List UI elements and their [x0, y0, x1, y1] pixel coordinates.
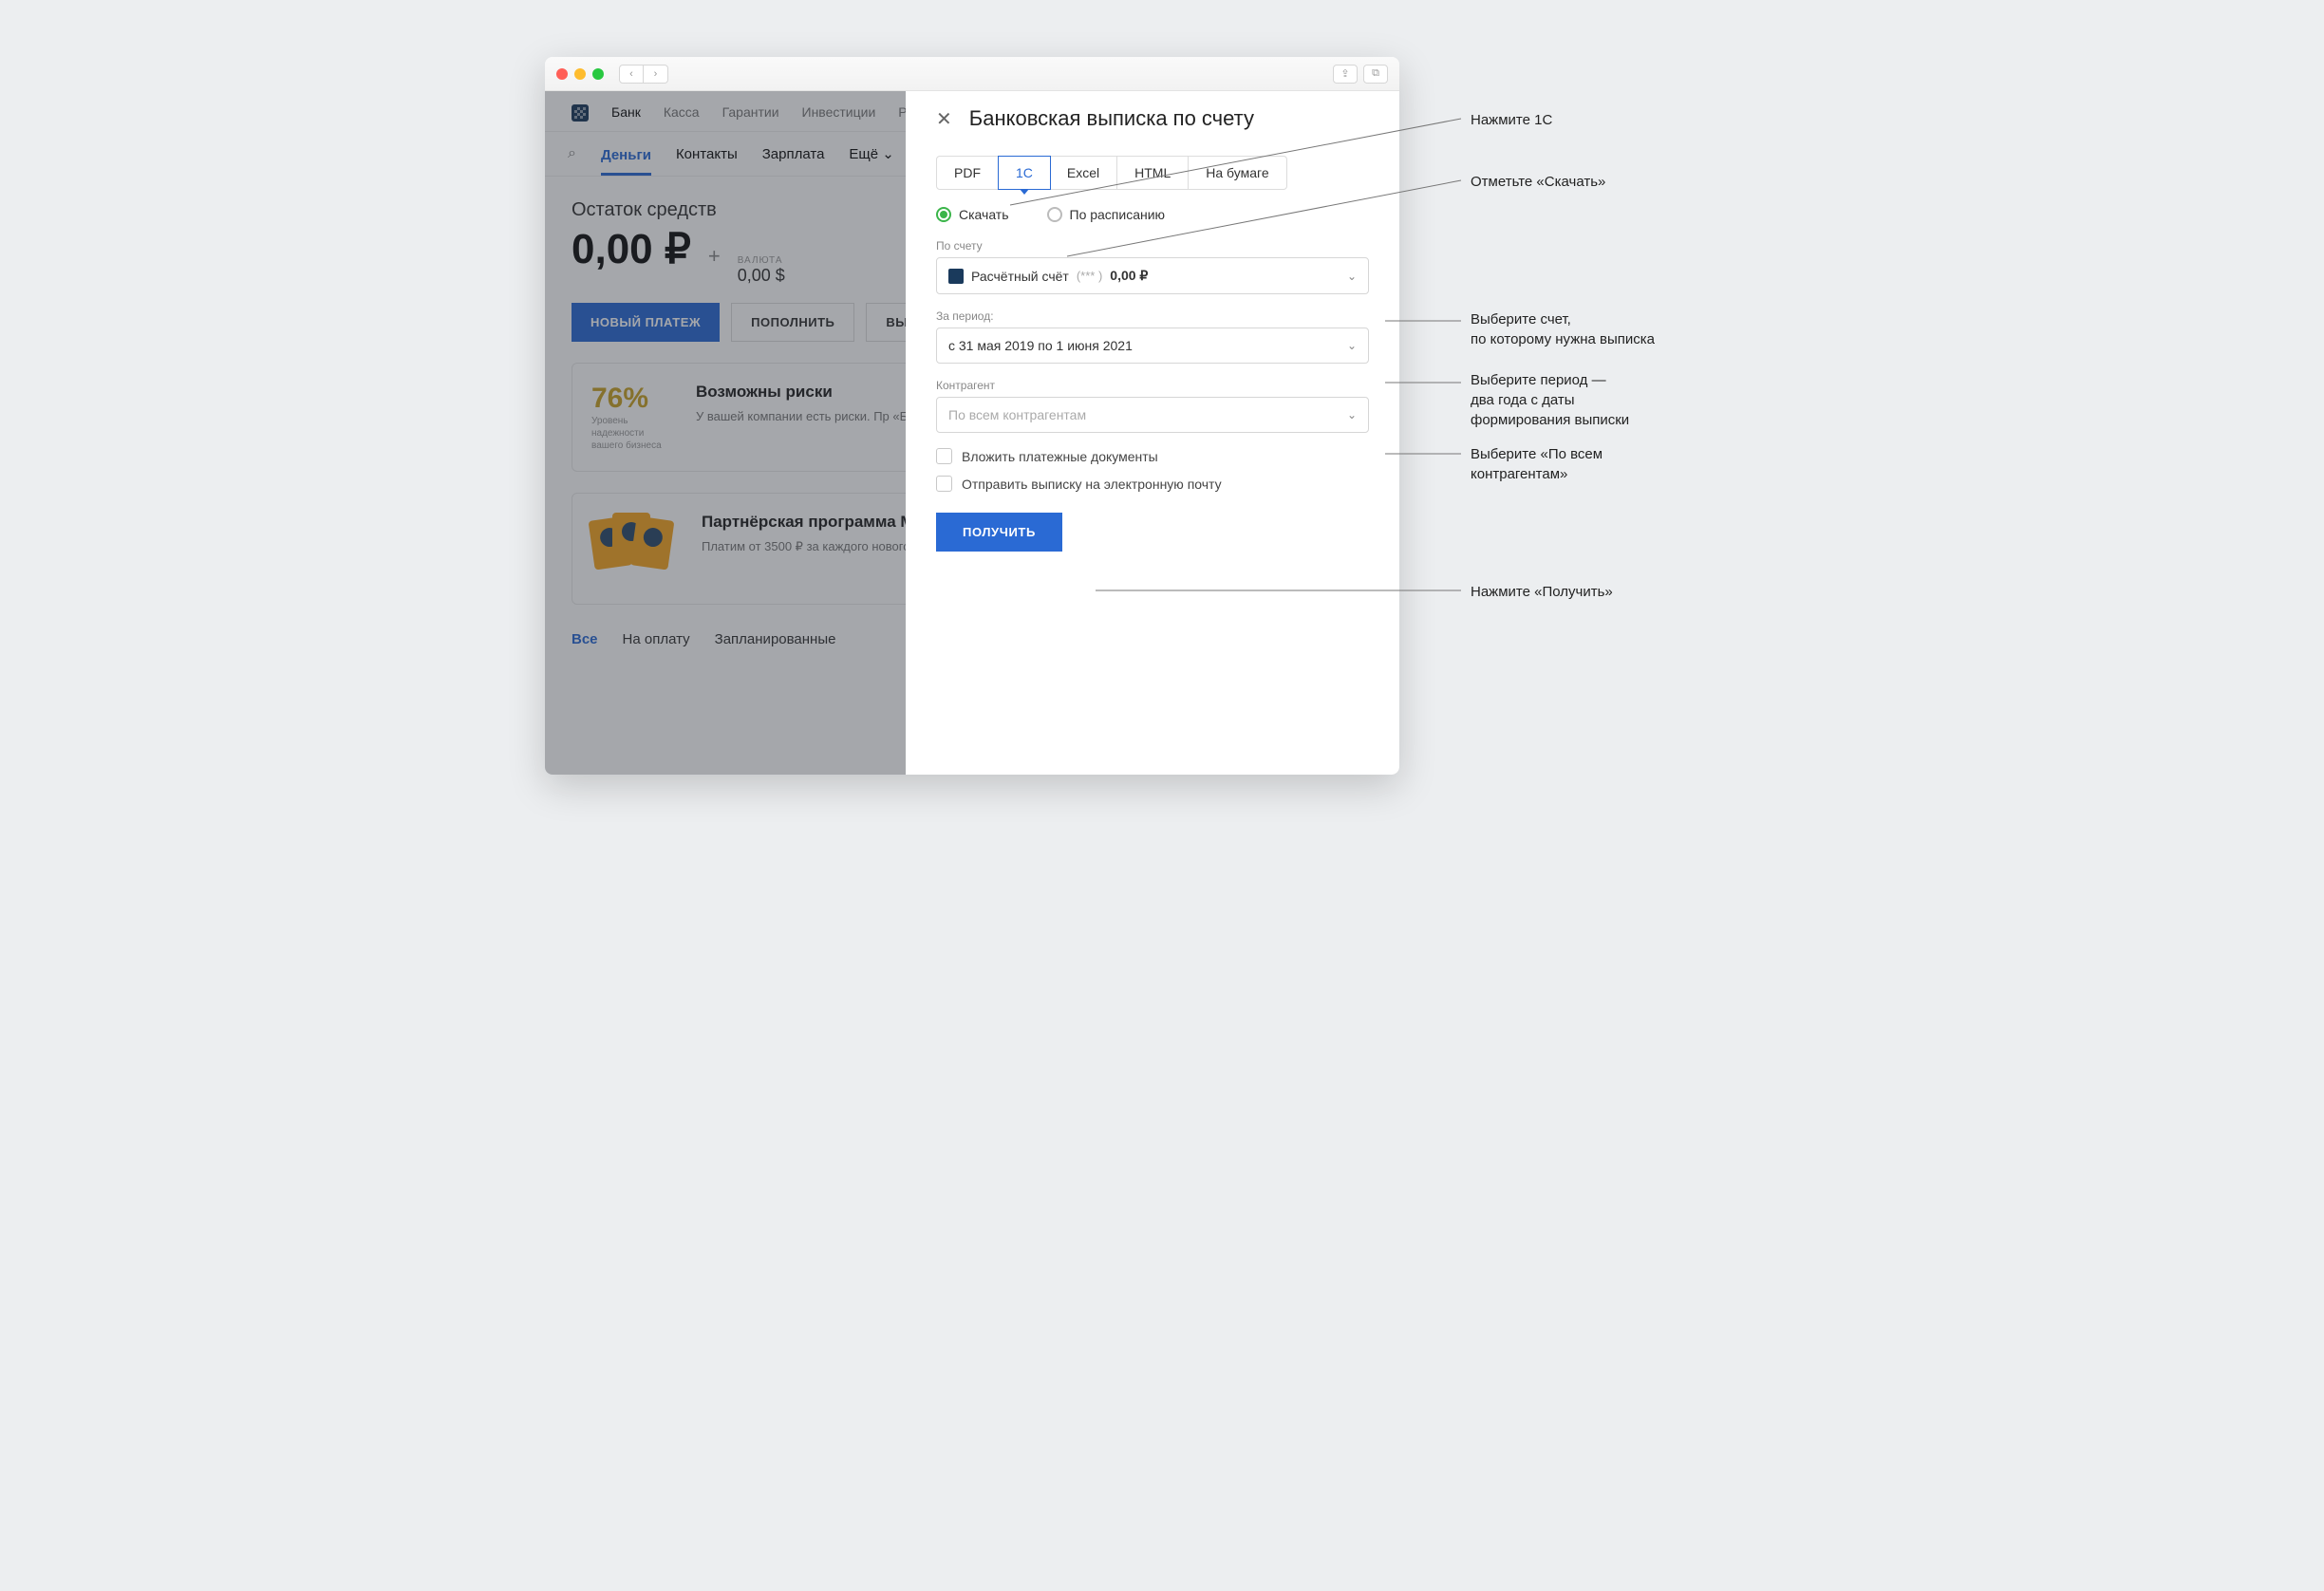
checkbox-send-email[interactable]: Отправить выписку на электронную почту	[936, 476, 1369, 492]
window-titlebar: ‹ › ⇪ ⧉	[545, 57, 1399, 91]
panel-title: Банковская выписка по счету	[969, 106, 1254, 131]
account-icon	[948, 269, 964, 284]
annotation-download: Отметьте «Скачать»	[1471, 172, 1605, 192]
annotation-counterparty: Выберите «По всем контрагентам»	[1471, 444, 1602, 484]
chevron-down-icon: ⌄	[1347, 339, 1357, 352]
nav-forward-button[interactable]: ›	[644, 65, 668, 84]
chevron-down-icon: ⌄	[1347, 270, 1357, 283]
account-label: По счету	[936, 239, 1369, 253]
checkbox-attach-docs[interactable]: Вложить платежные документы	[936, 448, 1369, 464]
checkbox-icon	[936, 448, 952, 464]
radio-schedule[interactable]: По расписанию	[1047, 207, 1166, 222]
format-tab-1c[interactable]: 1C	[998, 156, 1051, 190]
radio-off-icon	[1047, 207, 1062, 222]
annotation-1c: Нажмите 1С	[1471, 110, 1552, 130]
annotation-period: Выберите период — два года с даты формир…	[1471, 370, 1629, 430]
format-tab-pdf[interactable]: PDF	[937, 157, 999, 189]
window-zoom-icon[interactable]	[592, 68, 604, 80]
chevron-down-icon: ⌄	[1347, 408, 1357, 421]
annotation-submit: Нажмите «Получить»	[1471, 582, 1613, 602]
statement-panel: ✕ Банковская выписка по счету PDF 1C Exc…	[906, 91, 1399, 775]
window-close-icon[interactable]	[556, 68, 568, 80]
format-tabs: PDF 1C Excel HTML На бумаге	[936, 156, 1287, 190]
format-tab-excel[interactable]: Excel	[1050, 157, 1117, 189]
traffic-lights	[556, 68, 604, 80]
format-tab-html[interactable]: HTML	[1117, 157, 1189, 189]
period-select[interactable]: с 31 мая 2019 по 1 июня 2021 ⌄	[936, 328, 1369, 364]
period-label: За период:	[936, 309, 1369, 323]
radio-download[interactable]: Скачать	[936, 207, 1009, 222]
account-select[interactable]: Расчётный счёт (*** ) 0,00 ₽ ⌄	[936, 257, 1369, 294]
close-icon[interactable]: ✕	[936, 107, 952, 131]
counterparty-label: Контрагент	[936, 379, 1369, 392]
tabs-button[interactable]: ⧉	[1363, 65, 1388, 84]
window-minimize-icon[interactable]	[574, 68, 586, 80]
counterparty-select[interactable]: По всем контрагентам ⌄	[936, 397, 1369, 433]
nav-back-button[interactable]: ‹	[619, 65, 644, 84]
browser-window: ‹ › ⇪ ⧉ Банк Касса Гарантии Инвестиции Р…	[545, 57, 1399, 775]
format-tab-paper[interactable]: На бумаге	[1189, 157, 1285, 189]
submit-button[interactable]: ПОЛУЧИТЬ	[936, 513, 1062, 552]
radio-on-icon	[936, 207, 951, 222]
share-button[interactable]: ⇪	[1333, 65, 1358, 84]
checkbox-icon	[936, 476, 952, 492]
annotation-account: Выберите счет, по которому нужна выписка	[1471, 309, 1655, 349]
